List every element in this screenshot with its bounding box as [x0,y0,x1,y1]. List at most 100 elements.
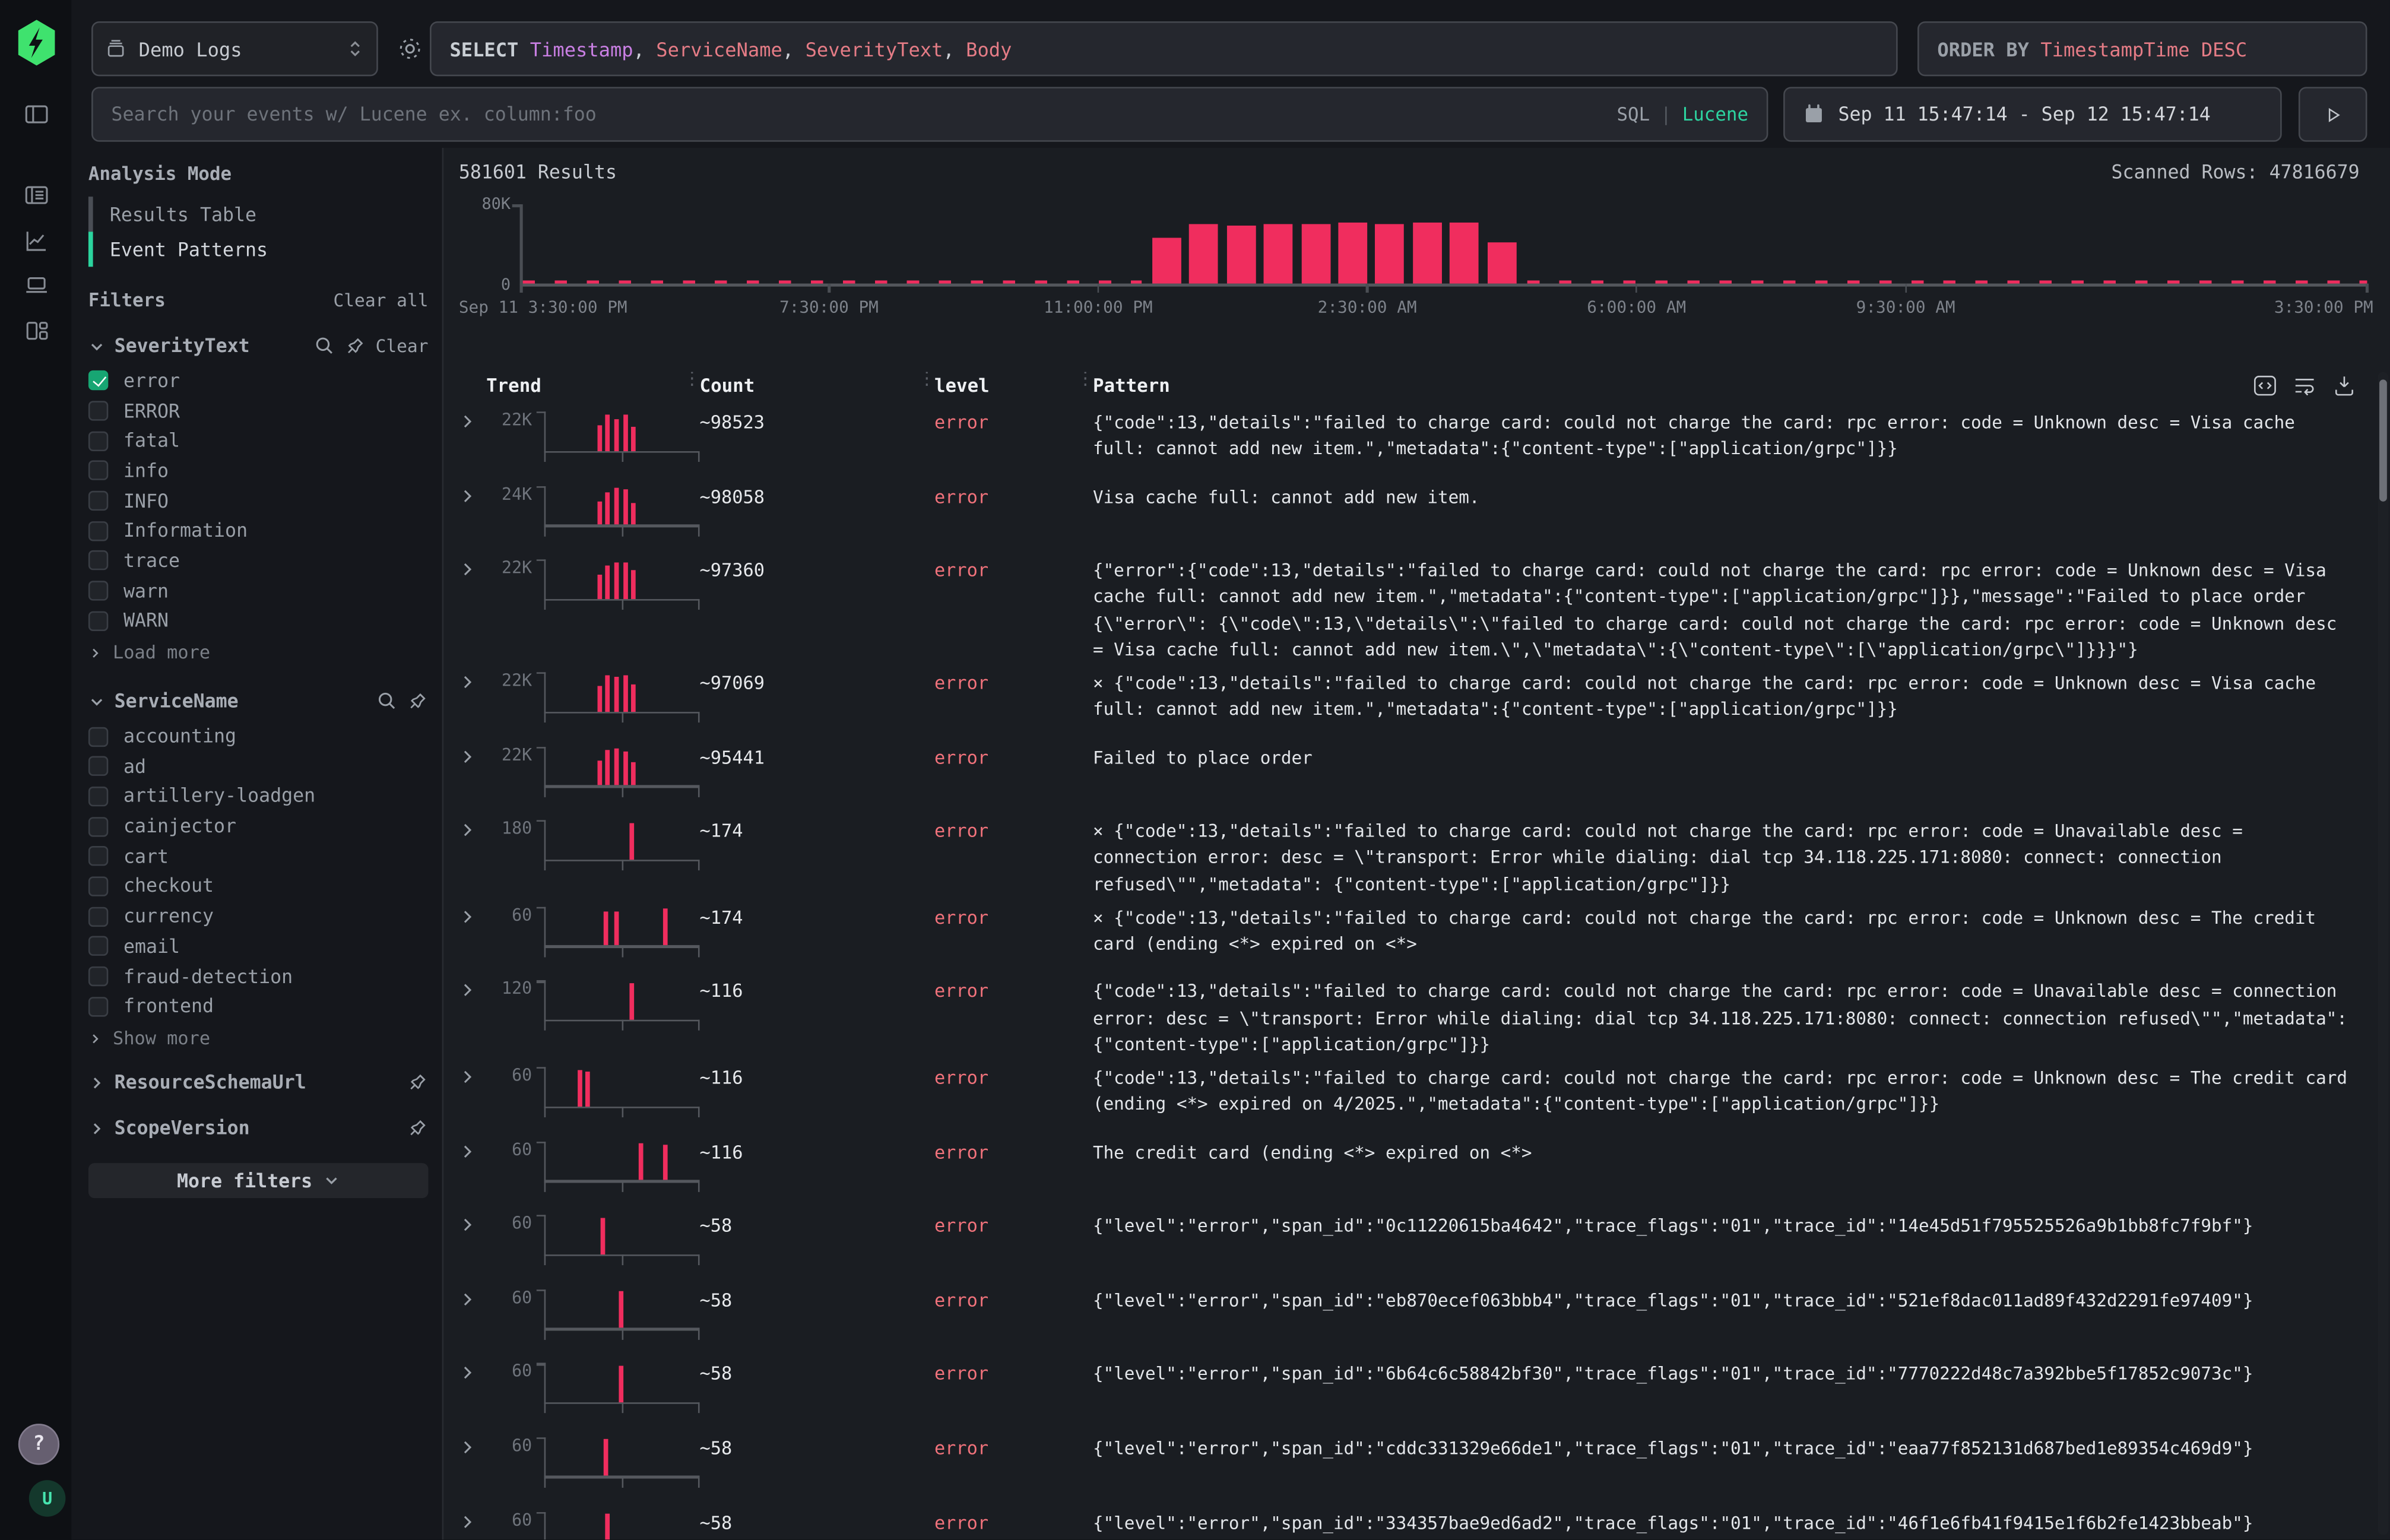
view-source-icon[interactable] [2253,373,2277,398]
search-icon[interactable] [315,335,336,357]
pattern-cell[interactable]: × {"code":13,"details":"failed to charge… [1093,904,2390,964]
row-expand-chevron-icon[interactable] [459,1286,486,1307]
pattern-cell[interactable]: Visa cache full: cannot add new item. [1093,483,2390,516]
download-icon[interactable] [2332,373,2356,398]
pattern-cell[interactable]: {"code":13,"details":"failed to charge c… [1093,1064,2390,1124]
filter-group-scopeversion[interactable]: ScopeVersion [88,1113,429,1143]
sessions-icon[interactable] [23,271,50,299]
toggle-sql[interactable]: SQL [1617,104,1650,125]
checkbox[interactable] [88,787,108,806]
pattern-cell[interactable]: {"level":"error","span_id":"6b64c6c58842… [1093,1360,2390,1394]
load-more-link[interactable]: Load more [88,639,429,666]
row-expand-chevron-icon[interactable] [459,1360,486,1381]
collapse-sidebar-icon[interactable] [23,100,50,128]
wrap-text-icon[interactable] [2293,373,2317,398]
help-button[interactable]: ? [18,1424,59,1465]
row-expand-chevron-icon[interactable] [459,1509,486,1530]
mode-event-patterns[interactable]: Event Patterns [88,232,429,267]
table-row[interactable]: 60 ~174 error × {"code":13,"details":"fa… [459,904,2390,978]
filter-group-resourceschemaurl[interactable]: ResourceSchemaUrl [88,1067,429,1097]
filter-option[interactable]: Information [88,516,429,546]
checkbox[interactable] [88,967,108,986]
row-expand-chevron-icon[interactable] [459,904,486,925]
pin-icon[interactable] [407,691,429,712]
filter-option[interactable]: fatal [88,426,429,456]
checkbox[interactable] [88,996,108,1016]
filter-option[interactable]: error [88,366,429,396]
clear-all-filters-link[interactable]: Clear all [334,290,429,311]
row-expand-chevron-icon[interactable] [459,817,486,839]
column-resize-grip[interactable]: ⋮ [683,373,689,401]
select-clause-input[interactable]: SELECT Timestamp, ServiceName, SeverityT… [430,21,1898,76]
row-expand-chevron-icon[interactable] [459,483,486,504]
row-expand-chevron-icon[interactable] [459,978,486,999]
row-expand-chevron-icon[interactable] [459,743,486,765]
checkbox[interactable] [88,401,108,420]
run-query-button[interactable] [2299,87,2367,141]
checkbox[interactable] [88,756,108,776]
checkbox[interactable] [88,431,108,451]
pattern-cell[interactable]: Failed to place order [1093,743,2390,777]
app-logo-icon[interactable] [15,20,58,65]
table-row[interactable]: 22K ~98523 error {"code":13,"details":"f… [459,408,2390,483]
row-expand-chevron-icon[interactable] [459,1064,486,1085]
pin-icon[interactable] [407,1072,429,1093]
pattern-cell[interactable]: {"level":"error","span_id":"cddc331329e6… [1093,1434,2390,1468]
table-scrollbar[interactable] [2378,372,2388,1535]
column-resize-grip[interactable]: ⋮ [918,373,924,401]
mode-results-table[interactable]: Results Table [88,197,429,232]
filter-option[interactable]: currency [88,901,429,931]
column-header-pattern[interactable]: Pattern [1093,375,1170,397]
pattern-cell[interactable]: × {"code":13,"details":"failed to charge… [1093,817,2390,904]
search-icon[interactable] [376,691,398,712]
checkbox[interactable] [88,521,108,541]
column-header-count[interactable]: Count [700,375,755,397]
filter-option[interactable]: trace [88,546,429,576]
pattern-cell[interactable]: {"level":"error","span_id":"0c11220615ba… [1093,1212,2390,1246]
filter-option[interactable]: ad [88,752,429,782]
table-row[interactable]: 24K ~98058 error Visa cache full: cannot… [459,483,2390,557]
filter-option[interactable]: checkout [88,872,429,902]
table-row[interactable]: 22K ~97069 error × {"code":13,"details":… [459,669,2390,743]
search-logs-icon[interactable] [23,182,50,209]
order-by-input[interactable]: ORDER BY TimestampTime DESC [1917,21,2367,76]
row-expand-chevron-icon[interactable] [459,669,486,690]
time-range-picker[interactable]: Sep 11 15:47:14 - Sep 12 15:47:14 [1783,87,2282,141]
pin-icon[interactable] [345,335,366,357]
table-row[interactable]: 180 ~174 error × {"code":13,"details":"f… [459,817,2390,904]
checkbox[interactable] [88,611,108,630]
pattern-cell[interactable]: {"level":"error","span_id":"eb870ecef063… [1093,1286,2390,1320]
filter-option[interactable]: accounting [88,721,429,752]
search-input[interactable]: Search your events w/ Lucene ex. column:… [91,87,1768,141]
checkbox[interactable] [88,847,108,866]
table-row[interactable]: 60 ~58 error {"level":"error","span_id":… [459,1212,2390,1286]
pattern-cell[interactable]: {"code":13,"details":"failed to charge c… [1093,978,2390,1064]
table-row[interactable]: 120 ~116 error {"code":13,"details":"fai… [459,978,2390,1064]
row-expand-chevron-icon[interactable] [459,557,486,578]
pattern-cell[interactable]: {"code":13,"details":"failed to charge c… [1093,408,2390,468]
table-row[interactable]: 22K ~97360 error {"error":{"code":13,"de… [459,557,2390,670]
row-expand-chevron-icon[interactable] [459,1434,486,1456]
checkbox[interactable] [88,581,108,601]
checkbox[interactable] [88,491,108,511]
checkbox[interactable] [88,907,108,926]
filter-option[interactable]: INFO [88,486,429,516]
filter-option[interactable]: info [88,456,429,486]
pattern-cell[interactable]: The credit card (ending <*> expired on <… [1093,1138,2390,1172]
table-row[interactable]: 60 ~116 error {"code":13,"details":"fail… [459,1064,2390,1138]
row-expand-chevron-icon[interactable] [459,1138,486,1159]
pin-icon[interactable] [407,1117,429,1139]
show-more-link[interactable]: Show more [88,1025,429,1052]
table-row[interactable]: 60 ~58 error {"level":"error","span_id":… [459,1434,2390,1509]
checkbox[interactable] [88,551,108,571]
filter-option[interactable]: cart [88,841,429,872]
checkbox[interactable] [88,461,108,480]
more-filters-button[interactable]: More filters [88,1163,429,1198]
filter-option[interactable]: artillery-loadgen [88,781,429,812]
pattern-cell[interactable]: × {"code":13,"details":"failed to charge… [1093,669,2390,729]
column-header-level[interactable]: level [934,375,990,397]
filter-option[interactable]: email [88,931,429,962]
table-row[interactable]: 22K ~95441 error Failed to place order [459,743,2390,817]
filter-option[interactable]: fraud-detection [88,961,429,991]
clear-group-link[interactable]: Clear [376,335,429,357]
